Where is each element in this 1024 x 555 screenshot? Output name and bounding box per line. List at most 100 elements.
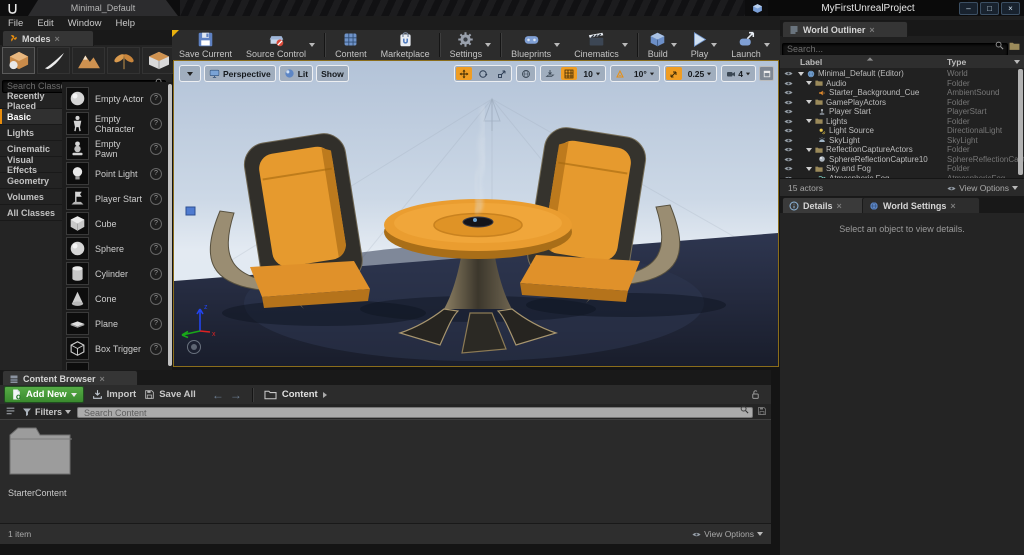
expander-icon[interactable] xyxy=(806,147,812,152)
close-tab-icon[interactable] xyxy=(55,34,60,44)
category-lights[interactable]: Lights xyxy=(0,125,62,141)
add-new-button[interactable]: Add New xyxy=(4,386,84,403)
visibility-eye-icon[interactable] xyxy=(784,80,793,87)
blueprints-button[interactable]: Blueprints xyxy=(504,30,567,60)
place-mode-button[interactable] xyxy=(2,47,35,74)
scale-snap-value-button[interactable]: 0.25 xyxy=(685,67,716,80)
forward-button[interactable]: → xyxy=(230,388,242,402)
help-icon[interactable] xyxy=(150,217,162,230)
list-item-sphere[interactable]: Sphere xyxy=(66,236,162,261)
close-tab-icon[interactable] xyxy=(869,25,874,35)
outliner-row-gameplayactors[interactable]: GamePlayActors Folder xyxy=(780,98,1024,108)
list-item-box-trigger[interactable]: Box Trigger xyxy=(66,336,162,361)
list-item-empty-pawn[interactable]: Empty Pawn xyxy=(66,136,162,161)
landscape-mode-button[interactable] xyxy=(72,47,105,74)
close-button[interactable]: × xyxy=(1001,2,1020,15)
rotation-snap-value-button[interactable]: 10° xyxy=(631,67,658,80)
save-all-button[interactable]: Save All xyxy=(144,389,196,400)
outliner-row-light-source[interactable]: Light Source DirectionalLight xyxy=(780,126,1024,136)
chevron-down-icon[interactable] xyxy=(621,43,628,47)
outliner-row-spherereflectioncapture10[interactable]: SphereReflectionCapture10 SphereReflectio… xyxy=(780,155,1024,165)
geometry-mode-button[interactable] xyxy=(142,47,175,74)
scale-tool-button[interactable] xyxy=(494,67,510,80)
asset-starter-content[interactable]: StarterContent xyxy=(8,425,78,498)
content-browser-tab[interactable]: Content Browser xyxy=(2,370,138,386)
source-control-button[interactable]: Source Control xyxy=(239,30,322,60)
chevron-down-icon[interactable] xyxy=(670,43,677,47)
coordinate-system-button[interactable] xyxy=(516,65,537,82)
create-filter-icon[interactable] xyxy=(1009,41,1020,51)
help-icon[interactable] xyxy=(150,342,162,355)
maximize-viewport-button[interactable] xyxy=(759,66,774,81)
marketplace-button[interactable]: Marketplace xyxy=(374,30,437,60)
chevron-down-icon[interactable] xyxy=(309,43,316,47)
help-icon[interactable] xyxy=(150,92,162,105)
visibility-eye-icon[interactable] xyxy=(784,118,793,125)
visibility-eye-icon[interactable] xyxy=(784,127,793,134)
list-item-point-light[interactable]: Point Light xyxy=(66,161,162,186)
category-all-classes[interactable]: All Classes xyxy=(0,205,62,221)
close-tab-icon[interactable] xyxy=(837,201,842,211)
chevron-down-icon[interactable] xyxy=(554,43,561,47)
column-type[interactable]: Type xyxy=(947,57,966,67)
outliner-row-reflectioncaptureactors[interactable]: ReflectionCaptureActors Folder xyxy=(780,145,1024,155)
viewport-scene[interactable]: z x xyxy=(174,61,778,366)
outliner-row-starter-background-cue[interactable]: Starter_Background_Cue AmbientSound xyxy=(780,88,1024,98)
outliner-search-input[interactable] xyxy=(782,42,1008,56)
list-item-cube[interactable]: Cube xyxy=(66,211,162,236)
category-volumes[interactable]: Volumes xyxy=(0,189,62,205)
menu-file[interactable]: File xyxy=(8,18,23,29)
close-tab-icon[interactable] xyxy=(950,201,955,211)
visibility-eye-icon[interactable] xyxy=(784,70,793,77)
filters-button[interactable]: Filters xyxy=(22,407,72,417)
breadcrumb[interactable]: Content xyxy=(264,389,327,400)
chevron-down-icon[interactable] xyxy=(711,43,718,47)
help-icon[interactable] xyxy=(150,292,162,305)
viewport[interactable]: z x Perspective Lit Show 10 10° 0.25 4 xyxy=(173,60,779,367)
column-label[interactable]: Label xyxy=(780,57,822,67)
paint-mode-button[interactable] xyxy=(37,47,70,74)
sources-panel-icon[interactable] xyxy=(5,406,16,417)
scrollbar[interactable] xyxy=(168,84,172,366)
cinematics-button[interactable]: Cinematics xyxy=(567,30,635,60)
show-button[interactable]: Show xyxy=(316,65,349,82)
play-button[interactable]: Play xyxy=(684,30,725,60)
list-item-cone[interactable]: Cone xyxy=(66,286,162,311)
list-item-player-start[interactable]: Player Start xyxy=(66,186,162,211)
outliner-row-lights[interactable]: Lights Folder xyxy=(780,117,1024,127)
viewport-options-button[interactable] xyxy=(179,65,201,82)
camera-speed-button[interactable]: 4 xyxy=(723,67,754,80)
surface-snap-button[interactable] xyxy=(542,67,558,80)
menu-edit[interactable]: Edit xyxy=(37,18,53,29)
save-search-icon[interactable] xyxy=(757,406,767,416)
list-item-empty-character[interactable]: Empty Character xyxy=(66,111,162,136)
scale-snap-button[interactable] xyxy=(665,67,682,80)
visibility-eye-icon[interactable] xyxy=(784,165,793,172)
close-tab-icon[interactable] xyxy=(100,374,105,384)
save-current-button[interactable]: Save Current xyxy=(172,30,239,60)
perspective-button[interactable]: Perspective xyxy=(204,65,276,82)
modes-tab[interactable]: Modes xyxy=(2,30,94,46)
maximize-button[interactable]: □ xyxy=(980,2,999,15)
help-icon[interactable] xyxy=(150,242,162,255)
visibility-eye-icon[interactable] xyxy=(784,146,793,153)
level-tab[interactable]: Minimal_Default xyxy=(28,0,178,16)
help-icon[interactable] xyxy=(150,267,162,280)
expander-icon[interactable] xyxy=(806,119,812,124)
expander-icon[interactable] xyxy=(806,81,812,86)
visibility-eye-icon[interactable] xyxy=(784,137,793,144)
settings-button[interactable]: Settings xyxy=(443,30,499,60)
outliner-row-skylight[interactable]: SkyLight SkyLight xyxy=(780,136,1024,146)
grid-snap-value-button[interactable]: 10 xyxy=(580,67,603,80)
visibility-eye-icon[interactable] xyxy=(784,108,793,115)
chevron-down-icon[interactable] xyxy=(485,43,492,47)
visibility-eye-icon[interactable] xyxy=(784,156,793,163)
grid-snap-button[interactable] xyxy=(561,67,578,80)
back-button[interactable]: ← xyxy=(212,388,224,402)
breadcrumb-arrow-icon[interactable] xyxy=(322,391,327,398)
column-options-icon[interactable] xyxy=(1014,59,1020,64)
import-button[interactable]: Import xyxy=(92,389,136,400)
list-item-plane[interactable]: Plane xyxy=(66,311,162,336)
visibility-eye-icon[interactable] xyxy=(784,99,793,106)
minimize-button[interactable]: – xyxy=(959,2,978,15)
